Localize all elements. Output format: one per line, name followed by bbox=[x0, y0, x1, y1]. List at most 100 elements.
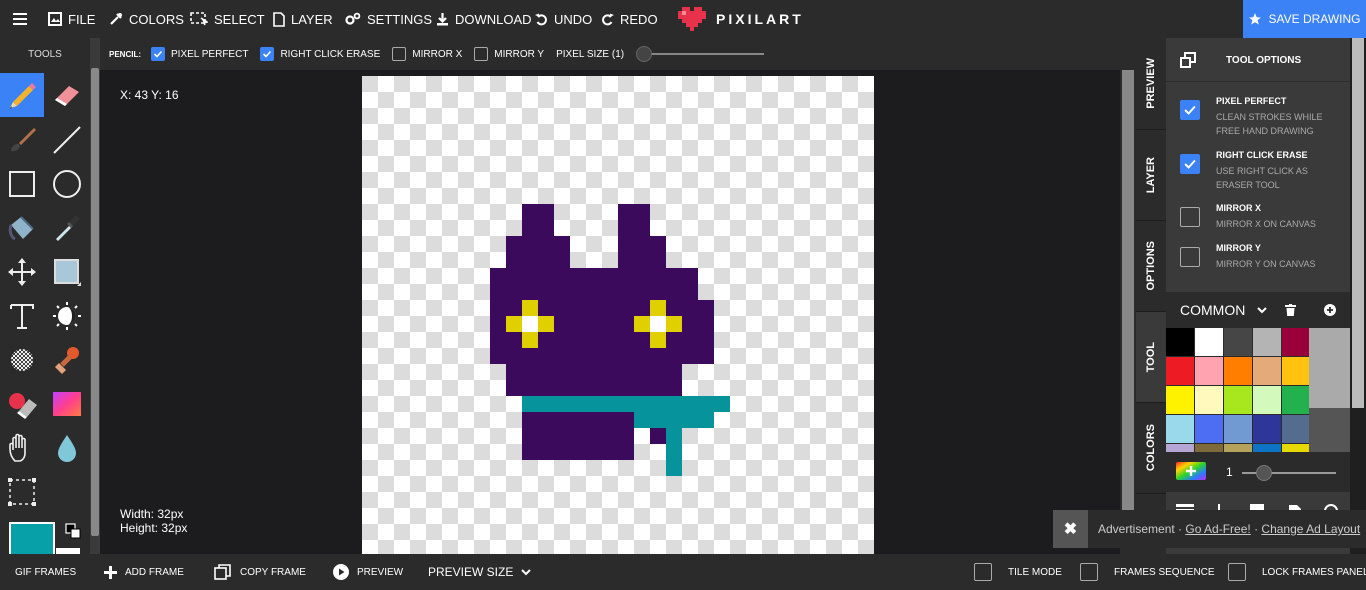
frames-sequence-option[interactable]: FRAMES SEQUENCE bbox=[1080, 554, 1215, 590]
palette-selector[interactable]: COMMON bbox=[1180, 302, 1245, 318]
primary-color-swatch[interactable] bbox=[9, 522, 55, 554]
file-menu[interactable]: FILE bbox=[48, 0, 95, 38]
tab-layer[interactable]: LAYER bbox=[1136, 130, 1166, 221]
preview-size-dropdown[interactable]: PREVIEW SIZE bbox=[428, 554, 532, 590]
palette-swatch[interactable] bbox=[1224, 328, 1252, 356]
brand-logo[interactable]: PIXILART bbox=[678, 7, 804, 31]
trash-icon[interactable] bbox=[1285, 304, 1296, 316]
palette-swatch[interactable] bbox=[1166, 386, 1194, 414]
brush-size-slider-knob[interactable] bbox=[1256, 465, 1272, 481]
line-tool[interactable] bbox=[45, 118, 89, 162]
frames-sequence-checkbox[interactable] bbox=[1080, 563, 1098, 581]
add-color-icon[interactable] bbox=[1324, 304, 1336, 316]
palette-swatch[interactable] bbox=[1166, 357, 1194, 385]
lock-frames-option[interactable]: LOCK FRAMES PANEL bbox=[1228, 554, 1366, 590]
panel-mirror-x-checkbox[interactable] bbox=[1180, 207, 1200, 227]
palette-swatch[interactable] bbox=[1224, 444, 1252, 452]
brush-tool[interactable] bbox=[0, 118, 44, 162]
panel-mirror-y-option[interactable]: MIRROR Y MIRROR Y ON CANVAS bbox=[1180, 243, 1350, 275]
palette-swatch[interactable] bbox=[1166, 328, 1194, 356]
colors-menu[interactable]: COLORS bbox=[109, 0, 184, 38]
layer-menu[interactable]: LAYER bbox=[273, 0, 333, 38]
palette-swatch[interactable] bbox=[1253, 444, 1281, 452]
palette-swatch[interactable] bbox=[1253, 415, 1281, 443]
move-tool[interactable] bbox=[0, 250, 44, 294]
gif-frames-button[interactable]: GIF FRAMES bbox=[15, 554, 76, 590]
hamburger-menu-button[interactable] bbox=[13, 0, 27, 38]
tools-scrollbar[interactable] bbox=[90, 38, 100, 554]
add-frame-button[interactable]: ADD FRAME bbox=[104, 554, 184, 590]
drawing-canvas[interactable] bbox=[362, 76, 874, 554]
tile-mode-checkbox[interactable] bbox=[974, 563, 992, 581]
drawing-workspace[interactable]: X: 43 Y: 16 Width: 32px Height: 32px bbox=[100, 70, 1120, 554]
palette-swatch[interactable] bbox=[1166, 444, 1194, 452]
palette-swatch[interactable] bbox=[1166, 415, 1194, 443]
palette-swatch[interactable] bbox=[1282, 357, 1309, 385]
palette-swatch[interactable] bbox=[1195, 328, 1223, 356]
palette-swatch[interactable] bbox=[1282, 328, 1309, 356]
brush-size-slider[interactable] bbox=[1242, 465, 1336, 481]
rainbow-add-color-icon[interactable] bbox=[1176, 462, 1206, 480]
tile-mode-option[interactable]: TILE MODE bbox=[974, 554, 1062, 590]
palette-swatch[interactable] bbox=[1253, 386, 1281, 414]
download-menu[interactable]: DOWNLOAD bbox=[436, 0, 532, 38]
save-drawing-button[interactable]: SAVE DRAWING bbox=[1243, 0, 1366, 38]
popout-windows-icon[interactable] bbox=[1180, 52, 1196, 68]
dither-tool[interactable] bbox=[0, 338, 44, 382]
settings-menu[interactable]: SETTINGS bbox=[345, 0, 432, 38]
palette-swatch[interactable] bbox=[1224, 415, 1252, 443]
copy-frame-button[interactable]: COPY FRAME bbox=[214, 554, 306, 590]
panel-mirror-y-checkbox[interactable] bbox=[1180, 247, 1200, 267]
text-tool[interactable] bbox=[0, 294, 44, 338]
right-click-erase-option[interactable]: RIGHT CLICK ERASE bbox=[260, 47, 380, 61]
go-ad-free-link[interactable]: Go Ad-Free! bbox=[1185, 522, 1250, 536]
tab-tool[interactable]: TOOL bbox=[1136, 312, 1166, 403]
lock-frames-checkbox[interactable] bbox=[1228, 563, 1246, 581]
palette-swatch[interactable] bbox=[1282, 444, 1309, 452]
pixel-perfect-option[interactable]: PIXEL PERFECT bbox=[151, 47, 248, 61]
close-ad-button[interactable]: ✖ bbox=[1053, 510, 1088, 548]
gradient-tool[interactable] bbox=[45, 382, 89, 426]
blur-tool[interactable] bbox=[45, 426, 89, 470]
palette-swatch[interactable] bbox=[1224, 386, 1252, 414]
mirror-x-checkbox[interactable] bbox=[392, 47, 407, 61]
drawing-canvas-frame[interactable] bbox=[362, 76, 874, 554]
rectangle-tool[interactable] bbox=[0, 162, 44, 206]
undo-button[interactable]: UNDO bbox=[535, 0, 592, 38]
eraser-tool[interactable] bbox=[45, 73, 89, 117]
color-replace-tool[interactable] bbox=[0, 382, 44, 426]
select-menu[interactable]: SELECT bbox=[190, 0, 265, 38]
palette-swatch[interactable] bbox=[1195, 415, 1223, 443]
change-ad-layout-link[interactable]: Change Ad Layout bbox=[1261, 522, 1360, 536]
eyedropper-tool[interactable] bbox=[45, 206, 89, 250]
right-click-erase-checkbox[interactable] bbox=[260, 47, 275, 61]
redo-button[interactable]: REDO bbox=[601, 0, 658, 38]
mirror-x-option[interactable]: MIRROR X bbox=[392, 47, 462, 61]
tab-options[interactable]: OPTIONS bbox=[1136, 221, 1166, 312]
fill-bucket-tool[interactable] bbox=[0, 206, 44, 250]
selection-tool[interactable] bbox=[0, 470, 44, 514]
panel-pixel-perfect-checkbox[interactable] bbox=[1180, 100, 1200, 120]
tool-panel-scrollbar[interactable] bbox=[1350, 38, 1366, 554]
palette-swatch[interactable] bbox=[1282, 415, 1309, 443]
pencil-tool[interactable] bbox=[0, 73, 44, 117]
mirror-y-option[interactable]: MIRROR Y bbox=[474, 47, 544, 61]
palette-swatch[interactable] bbox=[1253, 328, 1281, 356]
pixel-size-slider-knob[interactable] bbox=[636, 46, 653, 62]
palette-swatch[interactable] bbox=[1282, 386, 1309, 414]
panel-right-click-erase-checkbox[interactable] bbox=[1180, 154, 1200, 174]
palette-swatch[interactable] bbox=[1253, 357, 1281, 385]
palette-side-scroll[interactable] bbox=[1309, 328, 1350, 452]
mirror-y-checkbox[interactable] bbox=[474, 47, 489, 61]
ellipse-tool[interactable] bbox=[45, 162, 89, 206]
swap-colors-icon[interactable] bbox=[65, 523, 81, 539]
palette-swatch[interactable] bbox=[1195, 357, 1223, 385]
lighten-tool[interactable] bbox=[45, 294, 89, 338]
canvas-scrollbar[interactable] bbox=[1120, 70, 1136, 554]
preview-button[interactable]: PREVIEW bbox=[333, 554, 403, 590]
pixel-size-slider[interactable] bbox=[636, 46, 765, 62]
chevron-down-icon[interactable] bbox=[1257, 307, 1267, 314]
palette-swatch[interactable] bbox=[1224, 357, 1252, 385]
stamp-tool[interactable] bbox=[45, 338, 89, 382]
panel-right-click-erase-option[interactable]: RIGHT CLICK ERASE USE RIGHT CLICK AS ERA… bbox=[1180, 150, 1350, 194]
